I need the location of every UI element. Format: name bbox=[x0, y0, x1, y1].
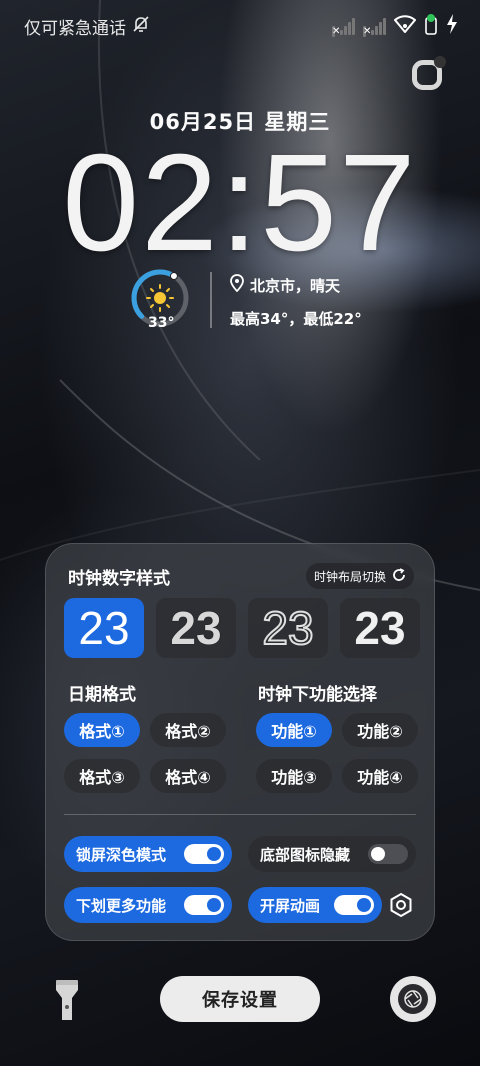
digit-style-options: 23 23 23 23 bbox=[64, 598, 420, 658]
status-bar: 仅可紧急通话 ✕ ✕ bbox=[24, 12, 458, 40]
date-format-option-2[interactable]: 格式② bbox=[150, 713, 226, 747]
weather-widget: 33° 北京市，晴天 最高34°，最低22° bbox=[128, 268, 388, 338]
date-format-option-4[interactable]: 格式④ bbox=[150, 759, 226, 793]
boot-animation-label: 开屏动画 bbox=[260, 896, 321, 915]
location-pin-icon bbox=[230, 274, 244, 296]
sun-icon bbox=[146, 284, 174, 312]
clock-function-option-2[interactable]: 功能② bbox=[342, 713, 418, 747]
clock-function-option-4[interactable]: 功能④ bbox=[342, 759, 418, 793]
swipe-more-label: 下划更多功能 bbox=[76, 896, 167, 915]
charging-icon bbox=[446, 14, 458, 38]
clock-function-option-3[interactable]: 功能③ bbox=[256, 759, 332, 793]
swipe-more-switch[interactable] bbox=[184, 895, 224, 915]
emergency-call-text: 仅可紧急通话 bbox=[24, 18, 126, 39]
battery-icon bbox=[424, 13, 438, 39]
layout-switch-label: 时钟布局切换 bbox=[313, 569, 386, 584]
dark-mode-switch[interactable] bbox=[184, 844, 224, 864]
digit-style-title: 时钟数字样式 bbox=[68, 569, 170, 589]
dark-mode-label: 锁屏深色模式 bbox=[76, 845, 167, 864]
clock-function-title: 时钟下功能选择 bbox=[258, 685, 377, 705]
hide-bottom-icons-toggle-row[interactable]: 底部图标隐藏 bbox=[248, 836, 416, 872]
camera-button[interactable] bbox=[390, 976, 436, 1022]
boot-animation-switch[interactable] bbox=[334, 895, 374, 915]
top-widget-icon[interactable] bbox=[412, 56, 446, 90]
clock-function-option-1[interactable]: 功能① bbox=[256, 713, 332, 747]
status-left: 仅可紧急通话 bbox=[24, 14, 150, 39]
camera-icon bbox=[398, 984, 428, 1014]
panel-divider bbox=[64, 814, 416, 815]
clock-settings-panel: 时钟数字样式 时钟布局切换 23 23 23 23 日期格式 时钟下功能选择 格… bbox=[45, 543, 435, 941]
status-right: ✕ ✕ bbox=[332, 13, 458, 39]
weather-divider bbox=[210, 272, 212, 328]
date-format-option-3[interactable]: 格式③ bbox=[64, 759, 140, 793]
digit-style-3[interactable]: 23 bbox=[248, 598, 328, 658]
hide-bottom-icons-label: 底部图标隐藏 bbox=[260, 845, 351, 864]
refresh-icon bbox=[392, 567, 406, 585]
flashlight-icon[interactable] bbox=[52, 978, 82, 1024]
weather-location: 北京市，晴天 bbox=[230, 274, 340, 296]
hide-bottom-icons-switch[interactable] bbox=[368, 844, 408, 864]
date-format-title: 日期格式 bbox=[68, 685, 136, 705]
wifi-icon bbox=[393, 15, 417, 37]
save-settings-button[interactable]: 保存设置 bbox=[160, 976, 320, 1022]
lockscreen-clock: 02:57 bbox=[62, 126, 418, 280]
notifications-off-icon bbox=[132, 15, 150, 38]
dark-mode-toggle-row[interactable]: 锁屏深色模式 bbox=[64, 836, 232, 872]
boot-animation-toggle-row[interactable]: 开屏动画 bbox=[248, 887, 382, 923]
digit-style-4[interactable]: 23 bbox=[340, 598, 420, 658]
digit-style-1[interactable]: 23 bbox=[64, 598, 144, 658]
no-sim-signal-icon: ✕ bbox=[332, 17, 355, 37]
clock-layout-switch-button[interactable]: 时钟布局切换 bbox=[305, 563, 414, 589]
no-sim-signal-icon: ✕ bbox=[363, 17, 386, 37]
digit-style-2[interactable]: 23 bbox=[156, 598, 236, 658]
bottom-bar: 保存设置 bbox=[0, 970, 480, 1030]
current-temperature: 33° bbox=[148, 315, 175, 331]
temperature-range: 最高34°，最低22° bbox=[230, 310, 362, 328]
swipe-more-toggle-row[interactable]: 下划更多功能 bbox=[64, 887, 232, 923]
location-text: 北京市，晴天 bbox=[250, 276, 341, 295]
date-format-option-1[interactable]: 格式① bbox=[64, 713, 140, 747]
gear-icon[interactable] bbox=[388, 892, 414, 918]
